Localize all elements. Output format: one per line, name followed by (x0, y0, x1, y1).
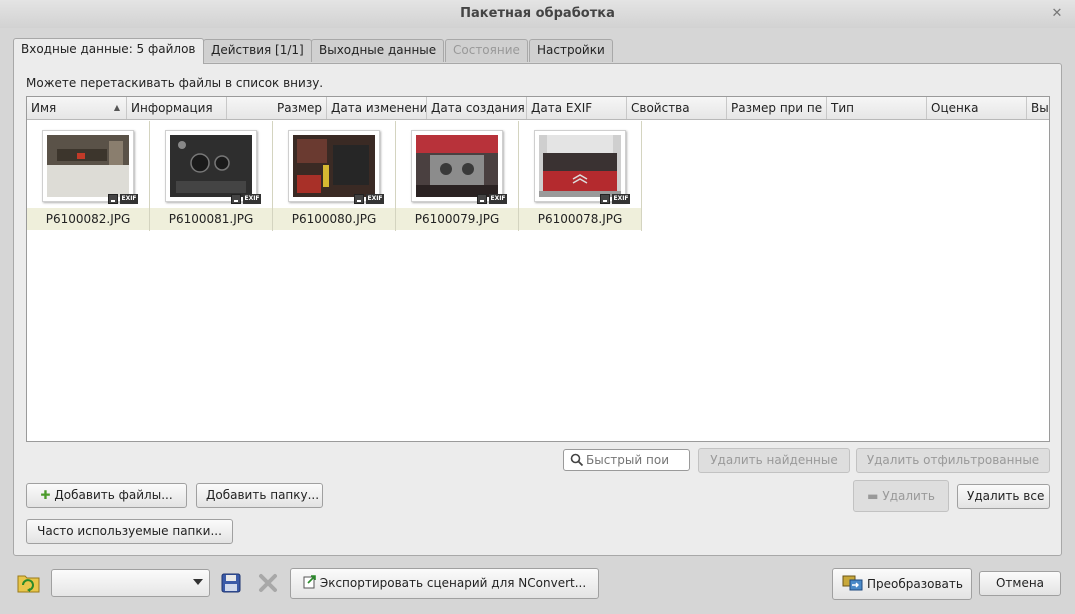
input-panel: Можете перетаскивать файлы в список вниз… (13, 63, 1062, 556)
folder-open-icon[interactable] (17, 572, 41, 594)
remove-button: ▬ Удалить (853, 480, 949, 512)
photo-thumbnail (416, 135, 498, 197)
info-badge-icon (477, 194, 487, 204)
file-thumbnail[interactable]: EXIF P6100082.JPG (27, 121, 150, 231)
file-thumbnail[interactable]: EXIF P6100081.JPG (150, 121, 273, 231)
info-badge-icon (600, 194, 610, 204)
file-name: P6100082.JPG (27, 208, 149, 230)
remove-found-button: Удалить найденные (698, 448, 850, 473)
photo-thumbnail (47, 135, 129, 197)
file-name: P6100080.JPG (273, 208, 395, 230)
delete-x-icon (259, 574, 277, 592)
tab-settings[interactable]: Настройки (529, 39, 613, 62)
file-thumbnail[interactable]: EXIF P6100079.JPG (396, 121, 519, 231)
file-thumbnail[interactable]: EXIF P6100078.JPG (519, 121, 642, 231)
tab-output[interactable]: Выходные данные (311, 39, 445, 62)
info-badge-icon (108, 194, 118, 204)
convert-icon (842, 575, 863, 591)
photo-thumbnail (293, 135, 375, 197)
frequent-folders-button[interactable]: Часто используемые папки... (26, 519, 233, 544)
minus-icon: ▬ (867, 489, 879, 503)
column-header-created[interactable]: Дата создания (427, 97, 527, 119)
column-header-size[interactable]: Размер (227, 97, 327, 119)
tab-actions[interactable]: Действия [1/1] (203, 39, 312, 62)
quick-search[interactable] (563, 449, 690, 471)
preset-dropdown[interactable] (51, 569, 210, 597)
export-nconvert-button[interactable]: Экспортировать сценарий для NConvert... (290, 568, 599, 599)
remove-all-button[interactable]: Удалить все (957, 484, 1050, 509)
chevron-down-icon (193, 579, 203, 585)
column-header-more[interactable]: Вы (1027, 97, 1049, 119)
photo-thumbnail (539, 135, 621, 197)
floppy-disk-icon[interactable] (220, 572, 242, 594)
column-header-type[interactable]: Тип (827, 97, 927, 119)
cancel-button[interactable]: Отмена (979, 571, 1061, 596)
exif-badge: EXIF (612, 194, 630, 204)
info-badge-icon (231, 194, 241, 204)
file-name: P6100079.JPG (396, 208, 518, 230)
export-script-icon (303, 575, 316, 589)
quick-search-input[interactable] (586, 451, 688, 469)
photo-thumbnail (170, 135, 252, 197)
search-icon (570, 453, 584, 467)
column-header-modified[interactable]: Дата изменения (327, 97, 427, 119)
plus-icon: ✚ (40, 488, 51, 502)
exif-badge: EXIF (243, 194, 261, 204)
batch-processing-window: Пакетная обработка ✕ Входные данные: 5 ф… (0, 0, 1075, 614)
file-name: P6100081.JPG (150, 208, 272, 230)
footer-toolbar: Экспортировать сценарий для NConvert... … (0, 560, 1075, 614)
column-header-size-on-disk[interactable]: Размер при пе (727, 97, 827, 119)
convert-button[interactable]: Преобразовать (832, 568, 972, 600)
file-list[interactable]: Имя ▲ Информация Размер Дата изменения Д… (26, 96, 1050, 442)
tab-status: Состояние (445, 39, 528, 62)
column-header-name[interactable]: Имя ▲ (27, 97, 127, 119)
title-bar: Пакетная обработка ✕ (0, 0, 1075, 28)
remove-filtered-button: Удалить отфильтрованные (856, 448, 1050, 473)
file-thumbnail[interactable]: EXIF P6100080.JPG (273, 121, 396, 231)
file-name: P6100078.JPG (519, 208, 641, 230)
column-header-properties[interactable]: Свойства (627, 97, 727, 119)
drag-hint: Можете перетаскивать файлы в список вниз… (26, 76, 324, 90)
close-icon[interactable]: ✕ (1049, 0, 1065, 28)
info-badge-icon (354, 194, 364, 204)
add-files-button[interactable]: ✚ Добавить файлы... (26, 483, 187, 508)
column-header-rating[interactable]: Оценка (927, 97, 1027, 119)
column-header-info[interactable]: Информация (127, 97, 227, 119)
exif-badge: EXIF (120, 194, 138, 204)
exif-badge: EXIF (366, 194, 384, 204)
sort-ascending-icon: ▲ (113, 103, 120, 112)
tab-input[interactable]: Входные данные: 5 файлов (13, 38, 204, 64)
column-header-exif-date[interactable]: Дата EXIF (527, 97, 627, 119)
column-headers: Имя ▲ Информация Размер Дата изменения Д… (27, 97, 1049, 120)
window-title: Пакетная обработка (460, 6, 615, 21)
add-folder-button[interactable]: Добавить папку... (196, 483, 323, 508)
exif-badge: EXIF (489, 194, 507, 204)
